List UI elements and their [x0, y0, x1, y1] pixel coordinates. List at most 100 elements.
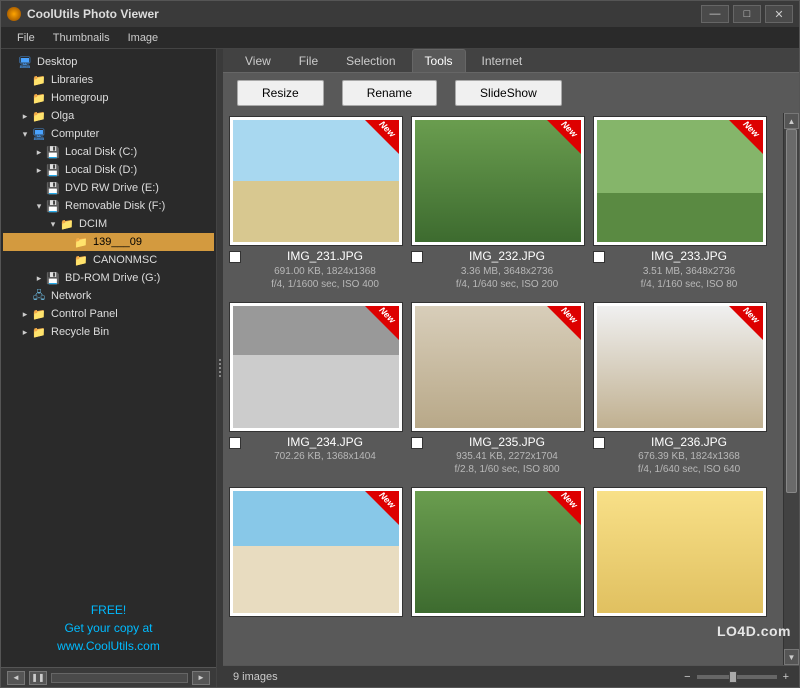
expand-arrow-icon[interactable]: ▸ [19, 111, 31, 122]
tree-item-dvd-rw-drive-e-[interactable]: 💾DVD RW Drive (E:) [3, 179, 214, 197]
expand-arrow-icon[interactable]: ▸ [33, 165, 45, 176]
thumbnail-item[interactable] [227, 488, 405, 628]
folder-icon: 📁 [31, 91, 47, 105]
thumbnail-image[interactable] [412, 117, 584, 245]
vertical-scrollbar[interactable]: ▲ ▼ [783, 113, 799, 665]
tab-selection[interactable]: Selection [334, 50, 407, 72]
tree-item-recycle-bin[interactable]: ▸📁Recycle Bin [3, 323, 214, 341]
sidebar-hscroll[interactable] [51, 673, 188, 683]
folder-icon: 📁 [59, 217, 75, 231]
expand-arrow-icon[interactable]: ▸ [19, 309, 31, 320]
tree-item-libraries[interactable]: 📁Libraries [3, 71, 214, 89]
zoom-knob[interactable] [729, 671, 737, 683]
expand-arrow-icon[interactable]: ▾ [19, 129, 31, 140]
thumbnail-image[interactable] [230, 488, 402, 616]
tab-tools[interactable]: Tools [412, 49, 466, 72]
tree-item-control-panel[interactable]: ▸📁Control Panel [3, 305, 214, 323]
thumbnail-checkbox[interactable] [411, 251, 423, 263]
thumbnail-item[interactable] [591, 488, 769, 628]
tree-item-label: Olga [51, 110, 74, 122]
thumbnail-item[interactable]: IMG_233.JPG3.51 MB, 3648x2736f/4, 1/160 … [591, 117, 769, 299]
scroll-down-button[interactable]: ▼ [784, 649, 799, 665]
expand-arrow-icon[interactable]: ▸ [33, 273, 45, 284]
resize-button[interactable]: Resize [237, 80, 324, 106]
folder-tree[interactable]: 🖥Desktop📁Libraries📁Homegroup▸📁Olga▾🖥Comp… [1, 49, 216, 589]
slideshow-button[interactable]: SlideShow [455, 80, 562, 106]
thumbnail-image[interactable] [594, 117, 766, 245]
expand-arrow-icon[interactable]: ▸ [19, 327, 31, 338]
thumbnail-item[interactable]: IMG_232.JPG3.36 MB, 3648x2736f/4, 1/640 … [409, 117, 587, 299]
thumbnail-checkbox[interactable] [229, 251, 241, 263]
thumbnail-image[interactable] [412, 303, 584, 431]
new-badge-icon [365, 306, 399, 340]
thumbnail-caption [409, 616, 587, 628]
thumbnail-checkbox[interactable] [593, 251, 605, 263]
expand-arrow-icon[interactable]: ▾ [47, 219, 59, 230]
zoom-minus-icon[interactable]: − [684, 671, 690, 683]
tree-item-dcim[interactable]: ▾📁DCIM [3, 215, 214, 233]
scroll-pause-button[interactable]: ❚❚ [29, 671, 47, 685]
scroll-up-button[interactable]: ▲ [784, 113, 799, 129]
thumbnail-image[interactable] [412, 488, 584, 616]
tree-item-139-09[interactable]: 📁139___09 [3, 233, 214, 251]
tree-item-homegroup[interactable]: 📁Homegroup [3, 89, 214, 107]
tab-view[interactable]: View [233, 50, 283, 72]
tab-internet[interactable]: Internet [470, 50, 535, 72]
thumbnail-grid[interactable]: IMG_231.JPG691.00 KB, 1824x1368f/4, 1/16… [223, 113, 783, 665]
promo-link[interactable]: www.CoolUtils.com [13, 637, 204, 655]
zoom-plus-icon[interactable]: + [783, 671, 789, 683]
scroll-right-button[interactable]: ► [192, 671, 210, 685]
thumbnail-item[interactable]: IMG_234.JPG702.26 KB, 1368x1404 [227, 303, 405, 485]
thumbnail-caption: IMG_232.JPG3.36 MB, 3648x2736f/4, 1/640 … [409, 245, 587, 299]
thumbnail-item[interactable]: IMG_236.JPG676.39 KB, 1824x1368f/4, 1/64… [591, 303, 769, 485]
tree-item-local-disk-c-[interactable]: ▸💾Local Disk (C:) [3, 143, 214, 161]
thumbnail-image[interactable] [230, 117, 402, 245]
expand-arrow-icon[interactable]: ▾ [33, 201, 45, 212]
scroll-thumb[interactable] [786, 129, 797, 493]
tree-item-removable-disk-f-[interactable]: ▾💾Removable Disk (F:) [3, 197, 214, 215]
scroll-left-button[interactable]: ◄ [7, 671, 25, 685]
rename-button[interactable]: Rename [342, 80, 437, 106]
thumbnail-size: 935.41 KB, 2272x1704 [429, 450, 585, 463]
menu-file[interactable]: File [17, 32, 35, 44]
thumbnail-image[interactable] [594, 488, 766, 616]
thumbnail-checkbox[interactable] [593, 437, 605, 449]
new-badge-icon [547, 120, 581, 154]
menu-thumbnails[interactable]: Thumbnails [53, 32, 110, 44]
promo-line2: Get your copy at [13, 619, 204, 637]
new-badge-icon [365, 120, 399, 154]
menu-image[interactable]: Image [128, 32, 159, 44]
thumbnail-exif: f/4, 1/1600 sec, ISO 400 [247, 278, 403, 291]
tree-item-network[interactable]: 🖧Network [3, 287, 214, 305]
main-panel: ViewFileSelectionToolsInternet Resize Re… [223, 49, 799, 687]
tree-item-desktop[interactable]: 🖥Desktop [3, 53, 214, 71]
thumbnail-item[interactable]: IMG_231.JPG691.00 KB, 1824x1368f/4, 1/16… [227, 117, 405, 299]
close-button[interactable]: ✕ [765, 5, 793, 23]
thumbnail-item[interactable]: IMG_235.JPG935.41 KB, 2272x1704f/2.8, 1/… [409, 303, 587, 485]
scroll-track[interactable] [784, 129, 799, 649]
tree-item-label: Computer [51, 128, 99, 140]
maximize-button[interactable]: □ [733, 5, 761, 23]
tree-item-canonmsc[interactable]: 📁CANONMSC [3, 251, 214, 269]
thumbnail-exif: f/2.8, 1/60 sec, ISO 800 [429, 463, 585, 476]
thumbnail-checkbox[interactable] [229, 437, 241, 449]
thumbnail-checkbox[interactable] [411, 437, 423, 449]
zoom-slider[interactable]: − + [684, 671, 789, 683]
titlebar[interactable]: CoolUtils Photo Viewer — □ ✕ [1, 1, 799, 27]
tree-item-local-disk-d-[interactable]: ▸💾Local Disk (D:) [3, 161, 214, 179]
tree-item-olga[interactable]: ▸📁Olga [3, 107, 214, 125]
thumbnail-item[interactable] [409, 488, 587, 628]
thumbnail-image[interactable] [230, 303, 402, 431]
tab-file[interactable]: File [287, 50, 330, 72]
thumbnail-caption: IMG_235.JPG935.41 KB, 2272x1704f/2.8, 1/… [409, 431, 587, 485]
expand-arrow-icon[interactable]: ▸ [33, 147, 45, 158]
folder-icon: 📁 [31, 325, 47, 339]
thumbnail-image[interactable] [594, 303, 766, 431]
tree-item-label: Local Disk (D:) [65, 164, 137, 176]
tree-item-computer[interactable]: ▾🖥Computer [3, 125, 214, 143]
minimize-button[interactable]: — [701, 5, 729, 23]
zoom-track[interactable] [697, 675, 777, 679]
thumbnail-size: 676.39 KB, 1824x1368 [611, 450, 767, 463]
new-badge-icon [729, 306, 763, 340]
tree-item-bd-rom-drive-g-[interactable]: ▸💾BD-ROM Drive (G:) [3, 269, 214, 287]
